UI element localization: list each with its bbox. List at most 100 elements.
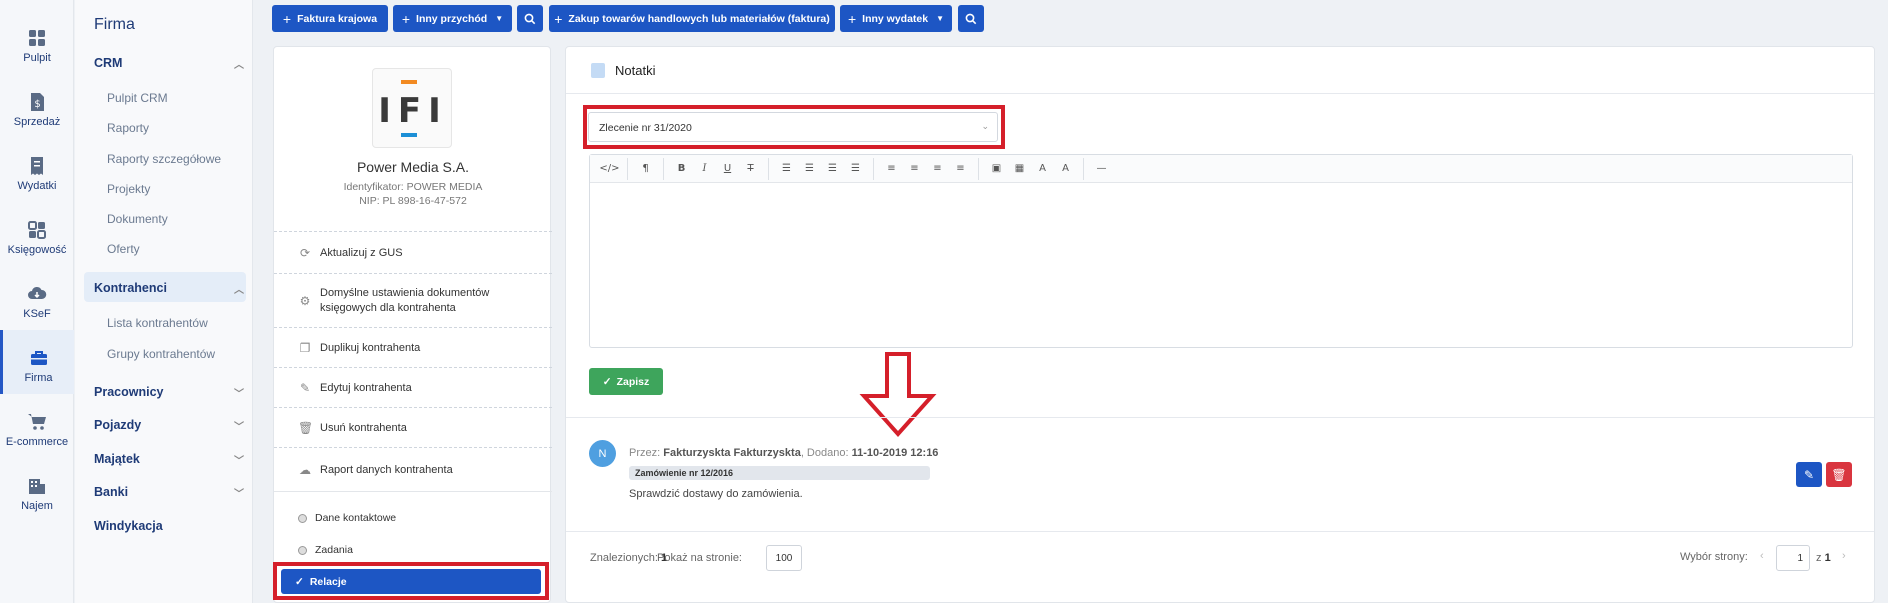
- bold-icon[interactable]: B: [670, 163, 693, 174]
- down-arrow-annotation: [859, 352, 937, 437]
- sidebar-group-banki[interactable]: Banki ﹀: [94, 485, 244, 500]
- check-icon: ✓: [602, 375, 612, 388]
- search-icon: [524, 13, 536, 24]
- chevron-down-icon: ﹀: [234, 489, 244, 500]
- italic-icon[interactable]: I: [693, 163, 716, 174]
- check-icon: ✓: [295, 575, 304, 588]
- align-right-icon[interactable]: ≡: [926, 163, 949, 174]
- horizontal-rule-icon[interactable]: —: [1090, 163, 1113, 174]
- building-icon: [29, 479, 45, 494]
- sidebar-item-grupy-kontrahentow[interactable]: Grupy kontrahentów: [107, 347, 215, 361]
- svg-text:$: $: [34, 99, 40, 110]
- align-justify-icon[interactable]: ≡: [949, 163, 972, 174]
- section-sidebar: Firma CRM ︿ Pulpit CRM Raporty Raporty sz…: [75, 0, 253, 603]
- inny-przychod-button[interactable]: + Inny przychód ▼: [393, 5, 512, 32]
- delete-contractor-action[interactable]: 🗑 Usuń kontrahenta: [274, 407, 552, 447]
- align-center-icon[interactable]: ≡: [903, 163, 926, 174]
- edit-contractor-action[interactable]: ✎ Edytuj kontrahenta: [274, 367, 552, 407]
- sidebar-group-majatek[interactable]: Majątek ﹀: [94, 452, 244, 467]
- divider: [274, 491, 552, 492]
- trash-icon: 🗑: [1831, 467, 1847, 482]
- sidebar-item-lista-kontrahentow[interactable]: Lista kontrahentów: [107, 316, 208, 330]
- relations-link[interactable]: ✓ Relacje: [281, 569, 541, 594]
- strikethrough-icon[interactable]: T: [739, 163, 762, 174]
- edit-icon: ✎: [1803, 467, 1815, 482]
- per-page-select[interactable]: 100: [766, 545, 802, 571]
- plus-icon: +: [401, 10, 411, 27]
- underline-icon[interactable]: U: [716, 163, 739, 174]
- page-select-label: Wybór strony:: [1680, 551, 1748, 563]
- bullet-list-icon[interactable]: ☰: [775, 163, 798, 174]
- copy-icon: ❐: [299, 340, 311, 355]
- receipt-icon: [31, 157, 43, 175]
- save-button[interactable]: ✓ Zapisz: [589, 368, 663, 395]
- order-tag[interactable]: Zamówienie nr 12/2016: [629, 466, 930, 480]
- font-color-icon[interactable]: A: [1031, 163, 1054, 174]
- next-page-icon[interactable]: ›: [1842, 550, 1846, 562]
- prev-page-icon[interactable]: ‹: [1760, 550, 1764, 562]
- sidebar-group-pracownicy[interactable]: Pracownicy ﹀: [94, 385, 244, 400]
- sidebar-item-dokumenty[interactable]: Dokumenty: [107, 212, 168, 226]
- duplicate-contractor-action[interactable]: ❐ Duplikuj kontrahenta: [274, 327, 552, 367]
- sidebar-item-windykacja[interactable]: Windykacja: [94, 519, 244, 533]
- page-input[interactable]: 1: [1776, 545, 1810, 571]
- delete-note-button[interactable]: 🗑: [1826, 462, 1852, 487]
- rail-item-wydatki[interactable]: Wydatki: [0, 138, 74, 202]
- edit-icon: ✎: [299, 380, 311, 395]
- rail-item-ecommerce[interactable]: E-commerce: [0, 394, 74, 458]
- zakup-towarow-button[interactable]: + Zakup towarów handlowych lub materiałów…: [549, 5, 835, 32]
- search-expense-button[interactable]: [958, 5, 984, 32]
- rail-item-pulpit[interactable]: Pulpit: [0, 10, 74, 74]
- found-count: Znalezionych: 1: [590, 552, 668, 564]
- cloud-download-icon: [28, 286, 47, 299]
- chevron-up-icon: ︿: [234, 60, 244, 71]
- contractor-report-action[interactable]: ☁ Raport danych kontrahenta: [274, 447, 552, 491]
- sidebar-item-raporty[interactable]: Raporty: [107, 121, 149, 135]
- rail-item-najem[interactable]: Najem: [0, 458, 74, 522]
- outdent-icon[interactable]: ☰: [821, 163, 844, 174]
- rail-label: Firma: [24, 372, 53, 384]
- search-icon: [965, 13, 977, 24]
- indent-icon[interactable]: ☰: [844, 163, 867, 174]
- edit-note-button[interactable]: ✎: [1796, 462, 1822, 487]
- rail-item-ksef[interactable]: KSeF: [0, 266, 74, 330]
- note-icon: [591, 62, 605, 78]
- faktura-krajowa-button[interactable]: + Faktura krajowa: [272, 5, 388, 32]
- sidebar-group-kontrahenci[interactable]: Kontrahenci ︿: [94, 281, 244, 296]
- search-income-button[interactable]: [517, 5, 543, 32]
- editor-toolbar: </> ¶ B I U T ☰ ☰ ☰ ☰ ≡ ≡ ≡ ≡ ▣ ▦ A A —: [590, 155, 1852, 183]
- code-view-icon[interactable]: </>: [598, 163, 621, 174]
- tasks-link[interactable]: Zadania: [298, 544, 353, 556]
- note-meta: Przez: Fakturzyskta Fakturzyskta, Dodano…: [629, 447, 939, 459]
- sidebar-group-pojazdy[interactable]: Pojazdy ﹀: [94, 418, 244, 433]
- divider: [566, 531, 1874, 532]
- sidebar-item-pulpit-crm[interactable]: Pulpit CRM: [107, 91, 168, 105]
- chevron-down-icon: ﹀: [234, 422, 244, 433]
- contact-data-link[interactable]: Dane kontaktowe: [298, 512, 396, 524]
- rail-label: E-commerce: [5, 436, 69, 448]
- inny-wydatek-button[interactable]: + Inny wydatek ▼: [840, 5, 952, 32]
- sidebar-item-raporty-szczegolowe[interactable]: Raporty szczegółowe: [107, 152, 221, 166]
- default-settings-action[interactable]: ⚙ Domyślne ustawienia dokumentów księgowy…: [274, 273, 552, 327]
- rail-item-ksiegowosc[interactable]: Księgowość: [0, 202, 74, 266]
- divider: [566, 417, 1874, 418]
- background-color-icon[interactable]: A: [1054, 163, 1077, 174]
- numbered-list-icon[interactable]: ☰: [798, 163, 821, 174]
- company-logo: IFI: [372, 68, 452, 148]
- refresh-icon: ⟳: [299, 245, 311, 260]
- cart-icon: [28, 414, 46, 430]
- paragraph-icon[interactable]: ¶: [634, 163, 657, 174]
- sidebar-item-projekty[interactable]: Projekty: [107, 182, 150, 196]
- update-gus-action[interactable]: ⟳ Aktualizuj z GUS: [274, 231, 552, 273]
- align-left-icon[interactable]: ≡: [880, 163, 903, 174]
- table-icon[interactable]: ▦: [1008, 163, 1031, 174]
- cloud-download-icon: ☁: [299, 462, 311, 477]
- rail-item-firma[interactable]: Firma: [0, 330, 74, 394]
- sidebar-item-oferty[interactable]: Oferty: [107, 242, 140, 256]
- notes-panel: Notatki Zlecenie nr 31/2020 ⌄ </> ¶ B I U…: [565, 46, 1875, 603]
- rail-item-sprzedaz[interactable]: $ Sprzedaż: [0, 74, 74, 138]
- contractor-identifier: Identyfikator: POWER MEDIA: [343, 181, 483, 193]
- icon-rail: Pulpit $ Sprzedaż Wydatki Księgowość KSe…: [0, 0, 74, 603]
- sidebar-group-crm[interactable]: CRM ︿: [94, 56, 244, 71]
- image-icon[interactable]: ▣: [985, 163, 1008, 174]
